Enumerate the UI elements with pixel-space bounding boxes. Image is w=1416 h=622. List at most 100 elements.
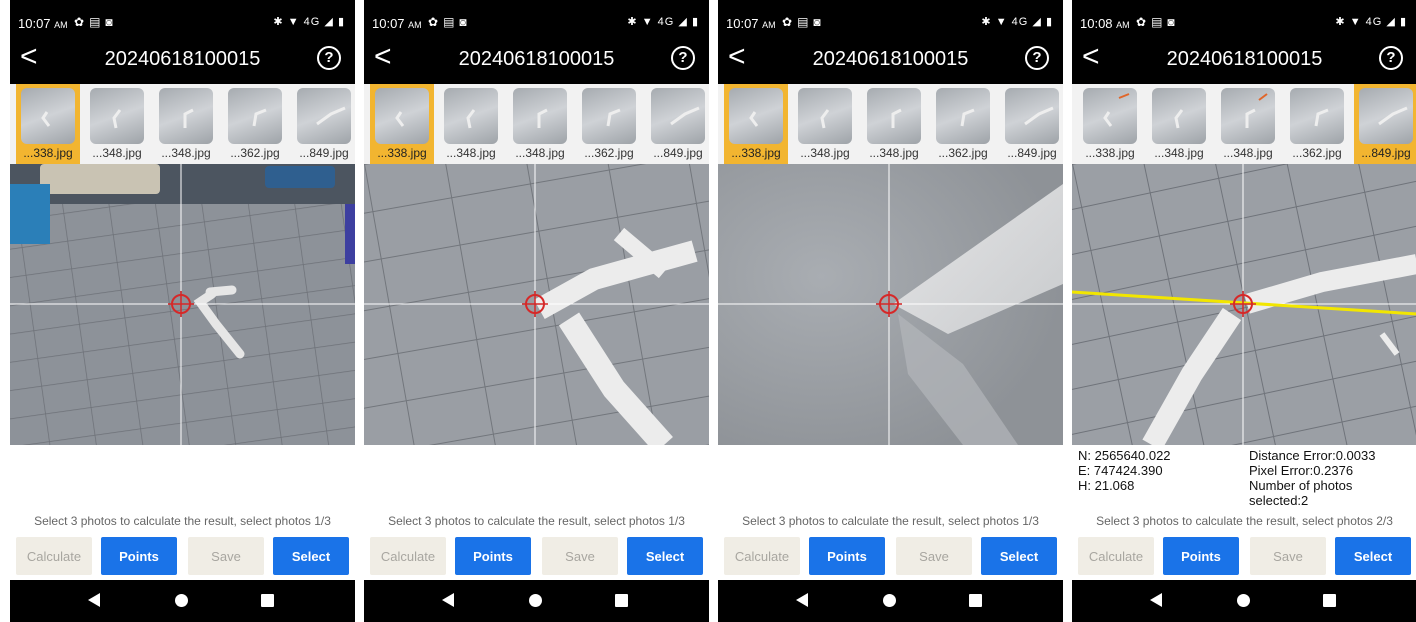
image-icon: ◙ [105, 15, 118, 29]
select-button[interactable]: Select [1335, 537, 1411, 575]
nav-back-icon[interactable] [88, 593, 100, 607]
thumbnail-item[interactable]: ...849.jpg [292, 84, 355, 164]
status-app-icons: ✿▤◙ [428, 15, 472, 29]
app-header: 10:07 AM ✿▤◙ ✱ ▼ 4G ◢ ▮ < 20240618100015… [718, 0, 1063, 84]
select-button[interactable]: Select [627, 537, 703, 575]
target-marker-icon [168, 291, 194, 317]
thumbnail-item[interactable]: ...338.jpg [1078, 84, 1142, 164]
crosshair-overlay [1072, 164, 1416, 445]
thumbnail-item[interactable]: ...362.jpg [931, 84, 995, 164]
calculate-button[interactable]: Calculate [370, 537, 446, 575]
thumbnail-label: ...348.jpg [800, 146, 850, 160]
message-icon: ▤ [443, 15, 460, 29]
thumbnail-item[interactable]: ...849.jpg [1000, 84, 1063, 164]
thumbnail-item[interactable]: ...362.jpg [577, 84, 641, 164]
thumbnail-label: ...348.jpg [161, 146, 211, 160]
question-circle-icon[interactable]: ? [671, 46, 695, 70]
select-button[interactable]: Select [981, 537, 1057, 575]
save-button[interactable]: Save [896, 537, 972, 575]
nav-home-icon[interactable] [175, 594, 188, 607]
thumbnail-label: ...348.jpg [1154, 146, 1204, 160]
thumbnail-item[interactable]: ...362.jpg [1285, 84, 1349, 164]
nav-home-icon[interactable] [883, 594, 896, 607]
thumbnail-item[interactable]: ...362.jpg [223, 84, 287, 164]
points-button[interactable]: Points [1163, 537, 1239, 575]
thumbnail-item[interactable]: ...849.jpg [1354, 84, 1416, 164]
thumbnail-item[interactable]: ...348.jpg [1216, 84, 1280, 164]
status-bar: 10:07 AM ✿▤◙ ✱ ▼ 4G ◢ ▮ [718, 12, 1063, 34]
thumbnail-item[interactable]: ...348.jpg [439, 84, 503, 164]
thumbnail-item[interactable]: ...338.jpg [370, 84, 434, 164]
target-marker-icon [522, 291, 548, 317]
thumbnail-item[interactable]: ...348.jpg [508, 84, 572, 164]
save-button[interactable]: Save [188, 537, 264, 575]
thumbnail-label: ...849.jpg [653, 146, 703, 160]
measurement-photo[interactable] [718, 164, 1063, 445]
thumbnail-label: ...338.jpg [1085, 146, 1135, 160]
system-nav-bar [1072, 580, 1416, 622]
nav-back-icon[interactable] [796, 593, 808, 607]
system-nav-bar [718, 580, 1063, 622]
title-row: < 20240618100015 ? [364, 40, 709, 80]
thumbnail-item[interactable]: ...348.jpg [862, 84, 926, 164]
thumbnail-image [1359, 88, 1413, 144]
battery-icon: ▮ [337, 16, 345, 28]
points-button[interactable]: Points [809, 537, 885, 575]
thumbnail-item[interactable]: ...338.jpg [724, 84, 788, 164]
thumbnail-item[interactable]: ...348.jpg [1147, 84, 1211, 164]
phone-screen-3: 10:07 AM ✿▤◙ ✱ ▼ 4G ◢ ▮ < 20240618100015… [718, 0, 1063, 622]
status-time: 10:07 AM [726, 16, 776, 31]
title-row: < 20240618100015 ? [718, 40, 1063, 80]
select-button[interactable]: Select [273, 537, 349, 575]
nav-back-icon[interactable] [1150, 593, 1162, 607]
thumbnail-item[interactable]: ...348.jpg [85, 84, 149, 164]
points-button[interactable]: Points [101, 537, 177, 575]
nav-recent-icon[interactable] [261, 594, 274, 607]
thumbnail-label: ...849.jpg [1007, 146, 1057, 160]
thumbnail-item[interactable]: ...849.jpg [646, 84, 709, 164]
question-circle-icon[interactable]: ? [1379, 46, 1403, 70]
thumbnail-item[interactable]: ...348.jpg [154, 84, 218, 164]
settings-gear-icon: ✿ [782, 15, 798, 29]
thumbnail-label: ...338.jpg [23, 146, 73, 160]
thumbnail-image [867, 88, 921, 144]
target-marker-icon [1230, 291, 1256, 317]
phone-screen-1: 10:07 AM ✿▤◙ ✱ ▼ 4G ◢ ▮ < 20240618100015… [10, 0, 355, 622]
crosshair-overlay [718, 164, 1063, 445]
measurement-photo[interactable] [10, 164, 355, 445]
nav-home-icon[interactable] [1237, 594, 1250, 607]
calculate-button[interactable]: Calculate [16, 537, 92, 575]
status-time: 10:07 AM [18, 16, 68, 31]
phone-screen-4: 10:08 AM ✿▤◙ ✱ ▼ 4G ◢ ▮ < 20240618100015… [1072, 0, 1416, 622]
nav-recent-icon[interactable] [969, 594, 982, 607]
thumbnail-image [159, 88, 213, 144]
page-title: 20240618100015 [812, 48, 969, 70]
signal-icon: ◢ [1032, 16, 1042, 28]
question-circle-icon[interactable]: ? [317, 46, 341, 70]
system-nav-bar [10, 580, 355, 622]
save-button[interactable]: Save [542, 537, 618, 575]
thumbnail-item[interactable]: ...338.jpg [16, 84, 80, 164]
thumbnail-image [1290, 88, 1344, 144]
error-column: Distance Error:0.0033 Pixel Error:0.2376… [1249, 448, 1399, 508]
image-icon: ◙ [459, 15, 472, 29]
app-header: 10:07 AM ✿▤◙ ✱ ▼ 4G ◢ ▮ < 20240618100015… [10, 0, 355, 84]
thumbnail-image [1083, 88, 1137, 144]
nav-recent-icon[interactable] [1323, 594, 1336, 607]
nav-recent-icon[interactable] [615, 594, 628, 607]
points-button[interactable]: Points [455, 537, 531, 575]
measurement-photo[interactable] [364, 164, 709, 445]
calculate-button[interactable]: Calculate [724, 537, 800, 575]
nav-back-icon[interactable] [442, 593, 454, 607]
save-button[interactable]: Save [1250, 537, 1326, 575]
thumbnail-label: ...348.jpg [92, 146, 142, 160]
status-app-icons: ✿▤◙ [782, 15, 826, 29]
thumbnail-item[interactable]: ...348.jpg [793, 84, 857, 164]
calculate-button[interactable]: Calculate [1078, 537, 1154, 575]
action-bar: Calculate Points Save Select [718, 536, 1063, 576]
bluetooth-icon: ✱ [273, 16, 284, 28]
thumbnail-image [375, 88, 429, 144]
nav-home-icon[interactable] [529, 594, 542, 607]
measurement-photo[interactable] [1072, 164, 1416, 445]
question-circle-icon[interactable]: ? [1025, 46, 1049, 70]
